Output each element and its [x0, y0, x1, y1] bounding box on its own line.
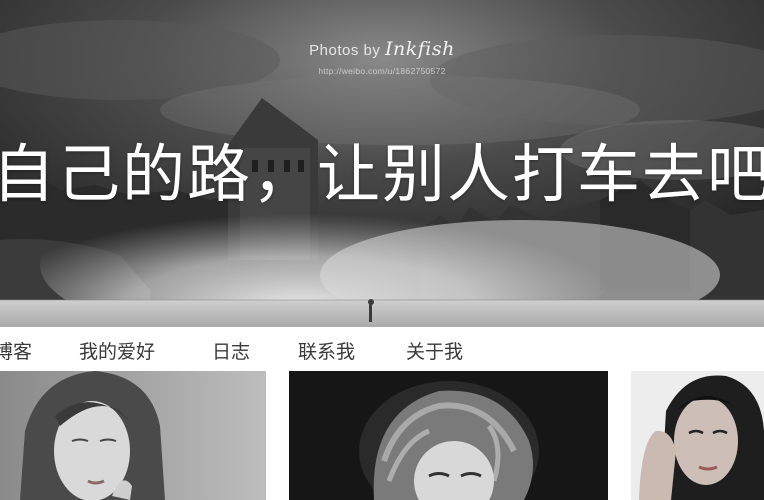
photo-card-2[interactable]: [289, 371, 608, 500]
hero-banner: Photos by Inkfish http://weibo.com/u/186…: [0, 0, 764, 327]
portrait-photo-3: [631, 371, 764, 500]
photo-credit-prefix: Photos by: [309, 42, 381, 59]
portrait-photo-1: [0, 371, 266, 500]
photo-credit-url: http://weibo.com/u/1862750572: [318, 66, 446, 76]
page: Photos by Inkfish http://weibo.com/u/186…: [0, 0, 764, 500]
nav-item-hobbies[interactable]: 我的爱好: [79, 337, 155, 364]
nav-item-blog[interactable]: 博客: [0, 337, 32, 364]
hero-headline: 自己的路，让别人打车去吧: [0, 138, 764, 211]
photo-card-1[interactable]: [0, 371, 266, 500]
main-nav: 博客 我的爱好 日志 联系我 关于我: [0, 327, 764, 370]
photo-card-3[interactable]: [631, 371, 764, 500]
nav-item-contact[interactable]: 联系我: [298, 337, 355, 364]
portrait-photo-2: [289, 371, 608, 500]
nav-item-journal[interactable]: 日志: [212, 337, 250, 364]
nav-item-about[interactable]: 关于我: [406, 337, 463, 364]
photo-credit: Photos by Inkfish: [0, 38, 764, 60]
photographer-signature: Inkfish: [385, 38, 455, 60]
